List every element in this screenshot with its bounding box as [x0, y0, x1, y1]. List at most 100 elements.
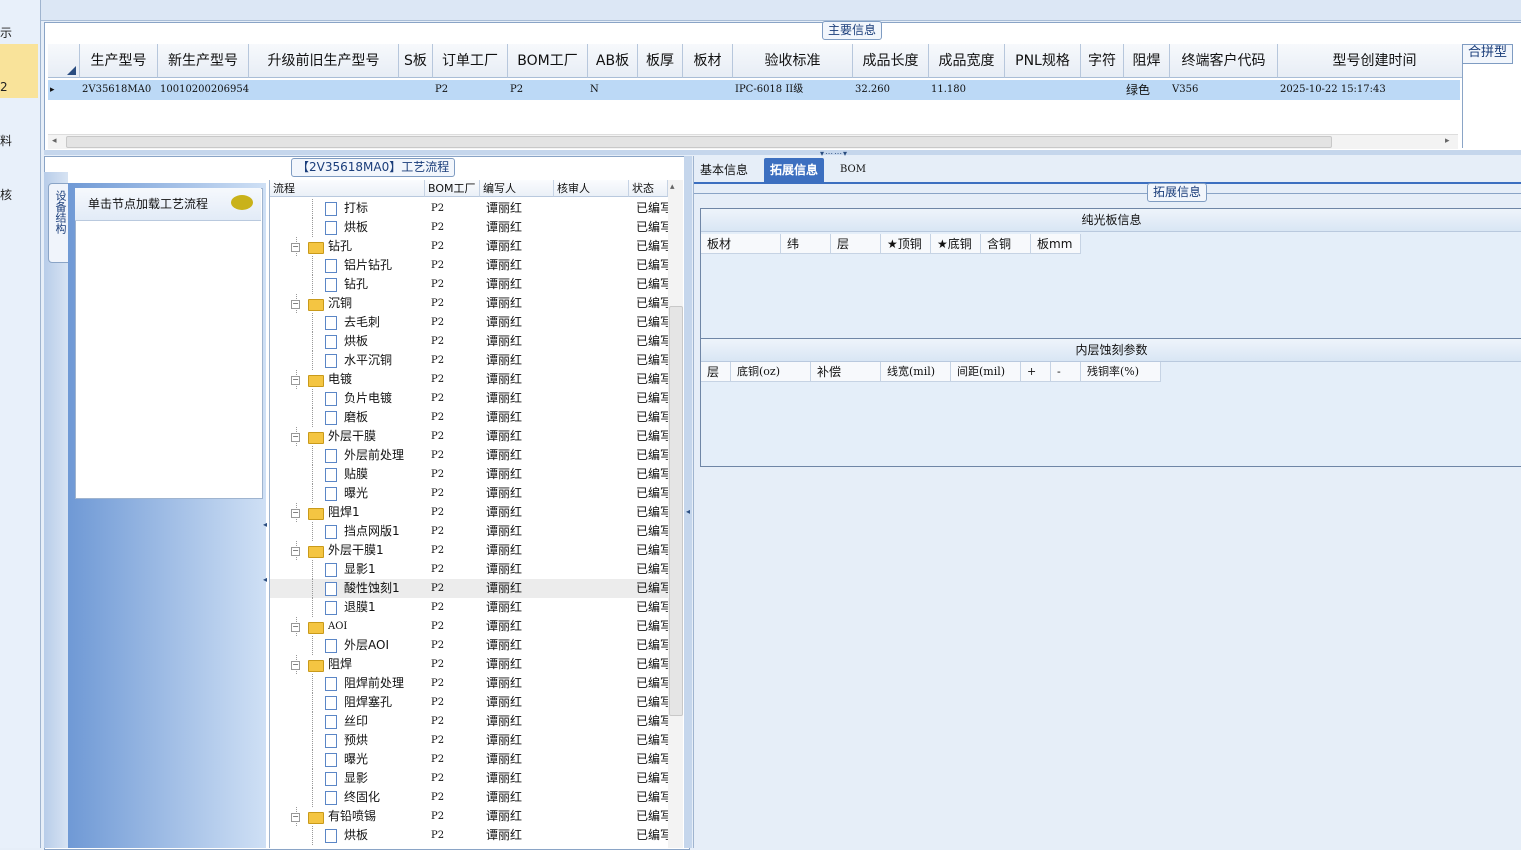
tree-row[interactable]: 终固化 P2 谭丽红 已编写 [270, 788, 668, 807]
table-cell[interactable]: 绿色 [1126, 80, 1170, 100]
scroll-up-icon[interactable]: ▴ [670, 182, 675, 192]
table-cell[interactable]: V356 [1172, 80, 1278, 100]
horizontal-scroll-thumb[interactable] [66, 136, 1332, 148]
table-cell[interactable] [640, 80, 683, 100]
tree-row[interactable]: − 沉铜 P2 谭丽红 已编写 [270, 294, 668, 313]
tree-row[interactable]: 负片电镀 P2 谭丽红 已编写 [270, 389, 668, 408]
tree-row[interactable]: 酸性蚀刻1 P2 谭丽红 已编写 [270, 579, 668, 598]
tree-row[interactable]: − 阻焊 P2 谭丽红 已编写 [270, 655, 668, 674]
tree-row[interactable]: 烘板 P2 谭丽红 已编写 [270, 218, 668, 237]
col-header-reviewer[interactable]: 核审人 [554, 180, 629, 197]
tree-row[interactable]: 预烘 P2 谭丽红 已编写 [270, 731, 668, 750]
collapse-icon[interactable]: − [291, 813, 300, 822]
tree-row[interactable]: 水平沉铜 P2 谭丽红 已编写 [270, 351, 668, 370]
tab-extended-info[interactable]: 拓展信息 [764, 158, 825, 182]
section-col-header[interactable]: 层 [701, 362, 731, 382]
col-header[interactable]: 板厚 [638, 44, 683, 78]
col-header-bom[interactable]: BOM工厂 [425, 180, 480, 197]
tab-equipment-structure[interactable]: 设备结构 [48, 183, 70, 263]
section-col-header[interactable]: 层 [831, 234, 881, 254]
collapse-icon[interactable]: − [291, 509, 300, 518]
collapse-icon[interactable]: − [291, 623, 300, 632]
table-cell[interactable] [1083, 80, 1124, 100]
tree-row[interactable]: 去毛刺 P2 谭丽红 已编写 [270, 313, 668, 332]
tree-row[interactable]: 打标 P2 谭丽红 已编写 [270, 199, 668, 218]
tree-row[interactable]: 挡点网版1 P2 谭丽红 已编写 [270, 522, 668, 541]
table-cell[interactable]: P2 [510, 80, 588, 100]
tree-row[interactable]: 贴膜 P2 谭丽红 已编写 [270, 465, 668, 484]
scroll-left-icon[interactable]: ◂ [52, 136, 57, 146]
table-row[interactable]: ▸ 2V35618MA0 10010200206954 P2 P2 N IPC-6018 … [48, 80, 1460, 100]
col-header[interactable]: 型号创建时间 [1278, 44, 1472, 78]
section-col-header[interactable]: + [1021, 362, 1051, 382]
tab-bom[interactable]: BOM [834, 158, 872, 182]
tree-row[interactable]: 显影 P2 谭丽红 已编写 [270, 769, 668, 788]
collapse-right-icon[interactable]: ◂ [686, 507, 690, 516]
tree-row[interactable]: 外层前处理 P2 谭丽红 已编写 [270, 446, 668, 465]
section-col-header[interactable]: 板材 [701, 234, 781, 254]
table-cell[interactable] [685, 80, 733, 100]
section-col-header[interactable]: ★底铜 [931, 234, 981, 254]
table-cell[interactable]: IPC-6018 II级 [735, 80, 853, 100]
section-col-header[interactable]: 含铜 [981, 234, 1031, 254]
vertical-splitter[interactable] [684, 156, 692, 848]
col-header-process[interactable]: 流程 [270, 180, 425, 197]
col-header[interactable]: 订单工厂 [433, 44, 508, 78]
tree-row[interactable]: 退膜1 P2 谭丽红 已编写 [270, 598, 668, 617]
col-header-status[interactable]: 状态 [629, 180, 668, 197]
scroll-right-icon[interactable]: ▸ [1445, 136, 1450, 146]
collapse-icon[interactable]: − [291, 433, 300, 442]
left-nav-item[interactable]: 核 [0, 186, 38, 203]
tree-row[interactable]: − 外层干膜 P2 谭丽红 已编写 [270, 427, 668, 446]
col-header[interactable]: 板材 [683, 44, 733, 78]
section-col-header[interactable]: ★顶铜 [881, 234, 931, 254]
tree-row[interactable]: 铝片钻孔 P2 谭丽红 已编写 [270, 256, 668, 275]
table-cell[interactable]: 2V35618MA0 [82, 80, 158, 100]
section-col-header[interactable]: 线宽(mil) [881, 362, 951, 382]
table-cell[interactable]: P2 [435, 80, 508, 100]
table-cell[interactable]: 11.180 [931, 80, 1005, 100]
section-col-header[interactable]: 底铜(oz) [731, 362, 811, 382]
table-cell[interactable]: N [590, 80, 638, 100]
col-header[interactable]: 验收标准 [733, 44, 853, 78]
collapse-icon[interactable]: − [291, 300, 300, 309]
collapse-left-icon-2[interactable]: ◂ [263, 575, 267, 584]
tree-row[interactable]: 外层AOI P2 谭丽红 已编写 [270, 636, 668, 655]
horizontal-splitter[interactable] [44, 150, 1521, 155]
col-header-writer[interactable]: 编写人 [480, 180, 554, 197]
tree-scroll-thumb[interactable] [669, 306, 683, 716]
section-col-header[interactable]: 纬 [781, 234, 831, 254]
load-process-header[interactable]: 单击节点加载工艺流程 [75, 188, 261, 221]
col-header[interactable]: 新生产型号 [158, 44, 249, 78]
col-header[interactable]: S板 [399, 44, 433, 78]
left-nav-item-selected[interactable]: 2 [0, 44, 38, 98]
section-col-header[interactable]: 间距(mil) [951, 362, 1021, 382]
col-header[interactable]: AB板 [588, 44, 638, 78]
col-header[interactable]: 成品长度 [853, 44, 929, 78]
table-cell[interactable]: 2025-10-22 15:17:43 [1280, 80, 1472, 100]
tree-row[interactable]: − 阻焊1 P2 谭丽红 已编写 [270, 503, 668, 522]
tree-row[interactable]: 丝印 P2 谭丽红 已编写 [270, 712, 668, 731]
col-header[interactable]: BOM工厂 [508, 44, 588, 78]
collapse-icon[interactable]: − [291, 547, 300, 556]
tree-row[interactable]: 烘板 P2 谭丽红 已编写 [270, 332, 668, 351]
tree-row[interactable]: 钻孔 P2 谭丽红 已编写 [270, 275, 668, 294]
table-cell[interactable]: 32.260 [855, 80, 929, 100]
left-nav-item[interactable]: 料 [0, 132, 38, 149]
left-nav-item[interactable]: 示 [0, 24, 38, 41]
tree-row[interactable]: 磨板 P2 谭丽红 已编写 [270, 408, 668, 427]
tree-row[interactable]: − 钻孔 P2 谭丽红 已编写 [270, 237, 668, 256]
table-cell[interactable] [251, 80, 399, 100]
collapse-icon[interactable]: − [291, 376, 300, 385]
section-col-header[interactable]: 板mm [1031, 234, 1081, 254]
col-header[interactable]: 生产型号 [80, 44, 158, 78]
section-col-header[interactable]: 补偿 [811, 362, 881, 382]
tree-row[interactable]: 显影1 P2 谭丽红 已编写 [270, 560, 668, 579]
tree-row[interactable]: 曝光 P2 谭丽红 已编写 [270, 750, 668, 769]
col-header[interactable]: 成品宽度 [929, 44, 1005, 78]
table-cell[interactable]: 10010200206954 [160, 80, 249, 100]
collapse-icon[interactable]: − [291, 243, 300, 252]
col-header[interactable]: 终端客户代码 [1170, 44, 1278, 78]
tree-row[interactable]: 烘板 P2 谭丽红 已编写 [270, 826, 668, 845]
col-header[interactable]: 阻焊 [1124, 44, 1170, 78]
